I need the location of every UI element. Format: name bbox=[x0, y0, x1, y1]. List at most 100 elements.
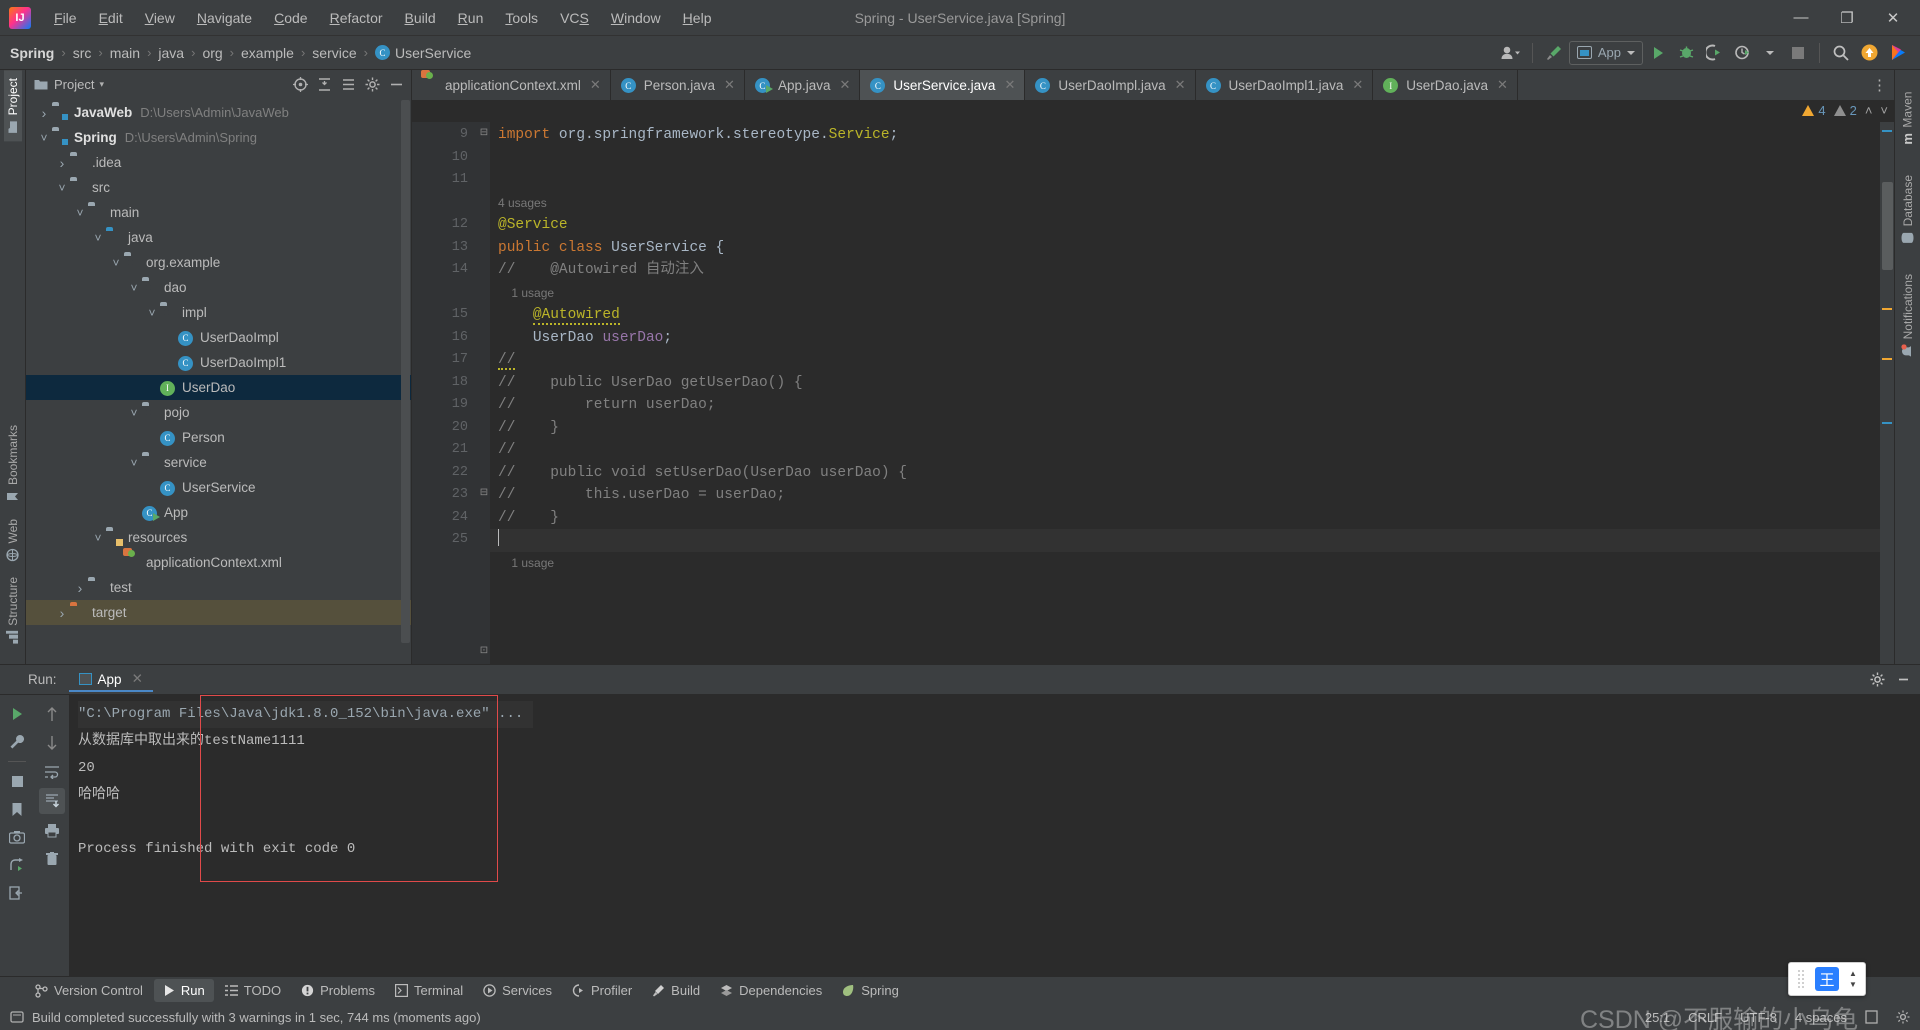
run-button[interactable] bbox=[1645, 40, 1671, 66]
tree-expander-icon[interactable]: ˅ bbox=[126, 281, 142, 295]
menu-item-help[interactable]: Help bbox=[672, 6, 723, 30]
ime-indicator[interactable]: 王 ▲ ▼ bbox=[1788, 962, 1866, 996]
code-fold-icon[interactable]: ⊟ bbox=[478, 126, 490, 140]
code-line[interactable] bbox=[490, 169, 1894, 192]
breadcrumb-item-org[interactable]: org bbox=[202, 45, 222, 61]
code-line[interactable]: // bbox=[490, 349, 1894, 372]
maximize-button[interactable]: ❐ bbox=[1824, 1, 1870, 35]
tree-node-service[interactable]: ˅ service bbox=[26, 450, 411, 475]
code-line[interactable]: // this.userDao = userDao; bbox=[490, 484, 1894, 507]
run-with-coverage-button[interactable] bbox=[1701, 40, 1727, 66]
gear-icon[interactable] bbox=[1896, 1010, 1910, 1024]
tree-expander-icon[interactable]: ˅ bbox=[90, 231, 106, 245]
tool-window-tab-dependencies[interactable]: Dependencies bbox=[711, 979, 831, 1002]
indent-setting[interactable]: 4 spaces bbox=[1795, 1010, 1847, 1025]
tool-window-tab-profiler[interactable]: Profiler bbox=[563, 979, 641, 1002]
tree-expander-icon[interactable]: ˅ bbox=[72, 206, 88, 220]
menu-item-file[interactable]: File bbox=[43, 6, 88, 30]
wrench-icon[interactable] bbox=[4, 729, 30, 755]
close-icon[interactable]: ✕ bbox=[724, 77, 735, 93]
ide-icon[interactable] bbox=[1885, 40, 1912, 66]
camera-icon[interactable] bbox=[4, 824, 30, 850]
collapse-all-icon[interactable] bbox=[337, 73, 359, 95]
tree-expander-icon[interactable]: › bbox=[54, 155, 70, 171]
rerun-icon[interactable] bbox=[4, 701, 30, 727]
tree-node-src[interactable]: ˅ src bbox=[26, 175, 411, 200]
editor-scrollbar-thumb[interactable] bbox=[1882, 182, 1893, 270]
project-tree[interactable]: › JavaWeb D:\Users\Admin\JavaWeb ˅ Spring D:\… bbox=[26, 98, 411, 664]
status-message[interactable]: Build completed successfully with 3 warn… bbox=[32, 1010, 481, 1025]
code-line[interactable]: UserDao userDao; bbox=[490, 327, 1894, 350]
scroll-to-end-icon[interactable] bbox=[38, 788, 65, 814]
tree-node-app[interactable]: C App bbox=[26, 500, 411, 525]
code-line[interactable]: // @Autowired 自动注入 bbox=[490, 259, 1894, 282]
close-icon[interactable]: ✕ bbox=[132, 671, 143, 687]
menu-item-edit[interactable]: Edit bbox=[88, 6, 134, 30]
editor-tab-person-java[interactable]: C Person.java ✕ bbox=[611, 70, 745, 100]
sidebar-item-notifications[interactable]: Notifications bbox=[1899, 266, 1917, 366]
code-text[interactable]: import org.springframework.stereotype.Se… bbox=[490, 122, 1894, 664]
update-badge-icon[interactable] bbox=[1856, 40, 1883, 66]
editor-tab-overflow[interactable]: ⋮ bbox=[1866, 70, 1894, 100]
settings-icon[interactable] bbox=[361, 73, 383, 95]
breadcrumb-item-service[interactable]: service bbox=[312, 45, 356, 61]
tool-window-tab-version-control[interactable]: Version Control bbox=[26, 979, 152, 1002]
code-line[interactable]: @Service bbox=[490, 214, 1894, 237]
select-opened-file-icon[interactable] bbox=[289, 73, 311, 95]
tree-expander-icon[interactable]: › bbox=[72, 580, 88, 596]
close-icon[interactable]: ✕ bbox=[1175, 77, 1186, 93]
project-tree-scrollbar[interactable] bbox=[401, 100, 410, 644]
error-stripe-marker-bar[interactable] bbox=[1880, 122, 1894, 664]
tree-expander-icon[interactable]: ˅ bbox=[144, 306, 160, 320]
tree-node-userdao[interactable]: I UserDao bbox=[26, 375, 411, 400]
tree-expander-icon[interactable]: ˅ bbox=[90, 531, 106, 545]
editor-tab-app-java[interactable]: C App.java ✕ bbox=[745, 70, 861, 100]
account-icon[interactable] bbox=[1496, 40, 1524, 66]
drag-handle-icon[interactable] bbox=[1797, 969, 1805, 989]
code-fold-icon[interactable]: ⊡ bbox=[478, 644, 490, 658]
run-tab-app[interactable]: App ✕ bbox=[68, 667, 153, 692]
code-line[interactable]: // } bbox=[490, 417, 1894, 440]
tree-node-userdaoimpl1[interactable]: C UserDaoImpl1 bbox=[26, 350, 411, 375]
breadcrumb-item-spring[interactable]: Spring bbox=[10, 45, 54, 61]
menu-item-build[interactable]: Build bbox=[394, 6, 447, 30]
tree-node-test[interactable]: › test bbox=[26, 575, 411, 600]
menu-item-vcs[interactable]: VCS bbox=[549, 6, 600, 30]
close-icon[interactable]: ✕ bbox=[1352, 77, 1363, 93]
editor-tab-userdaoimpl-java[interactable]: C UserDaoImpl.java ✕ bbox=[1025, 70, 1196, 100]
tree-node-pojo[interactable]: ˅ pojo bbox=[26, 400, 411, 425]
tree-expander-icon[interactable]: ˅ bbox=[126, 456, 142, 470]
search-icon[interactable] bbox=[1828, 40, 1854, 66]
tree-expander-icon[interactable]: ˅ bbox=[108, 256, 124, 270]
tree-node-resources[interactable]: ˅ resources bbox=[26, 525, 411, 550]
export-icon[interactable] bbox=[4, 880, 30, 906]
tree-expander-icon[interactable]: ˅ bbox=[126, 406, 142, 420]
ime-language-icon[interactable]: 王 bbox=[1815, 967, 1839, 991]
soft-wrap-icon[interactable] bbox=[39, 759, 65, 785]
close-icon[interactable]: ✕ bbox=[1497, 77, 1508, 93]
tree-node-userdaoimpl[interactable]: C UserDaoImpl bbox=[26, 325, 411, 350]
bookmark-icon[interactable] bbox=[4, 796, 30, 822]
breadcrumb-item-java[interactable]: java bbox=[158, 45, 184, 61]
gear-icon[interactable] bbox=[1866, 669, 1888, 691]
sidebar-item-bookmarks[interactable]: Bookmarks bbox=[4, 417, 22, 511]
console-output[interactable]: "C:\Program Files\Java\jdk1.8.0_152\bin\… bbox=[70, 695, 1920, 976]
debug-step-icon[interactable] bbox=[4, 852, 30, 878]
up-icon[interactable] bbox=[39, 701, 65, 727]
minimize-button[interactable]: — bbox=[1778, 1, 1824, 35]
hammer-icon[interactable] bbox=[1541, 40, 1567, 66]
breadcrumb-item-example[interactable]: example bbox=[241, 45, 294, 61]
tree-node-person[interactable]: C Person bbox=[26, 425, 411, 450]
stop-button[interactable] bbox=[1785, 40, 1811, 66]
tool-window-tab-run[interactable]: Run bbox=[153, 979, 214, 1002]
menu-item-run[interactable]: Run bbox=[447, 6, 495, 30]
tool-window-tab-terminal[interactable]: Terminal bbox=[386, 979, 472, 1002]
trash-icon[interactable] bbox=[39, 846, 65, 872]
tree-node-target[interactable]: › target bbox=[26, 600, 411, 625]
tree-expander-icon[interactable]: ˅ bbox=[36, 131, 52, 145]
code-line[interactable]: // return userDao; bbox=[490, 394, 1894, 417]
tree-node-java[interactable]: ˅ java bbox=[26, 225, 411, 250]
close-icon[interactable]: ✕ bbox=[1004, 77, 1015, 93]
usage-hint[interactable]: 4 usages bbox=[490, 192, 1894, 215]
tool-window-tab-build[interactable]: Build bbox=[643, 979, 709, 1002]
